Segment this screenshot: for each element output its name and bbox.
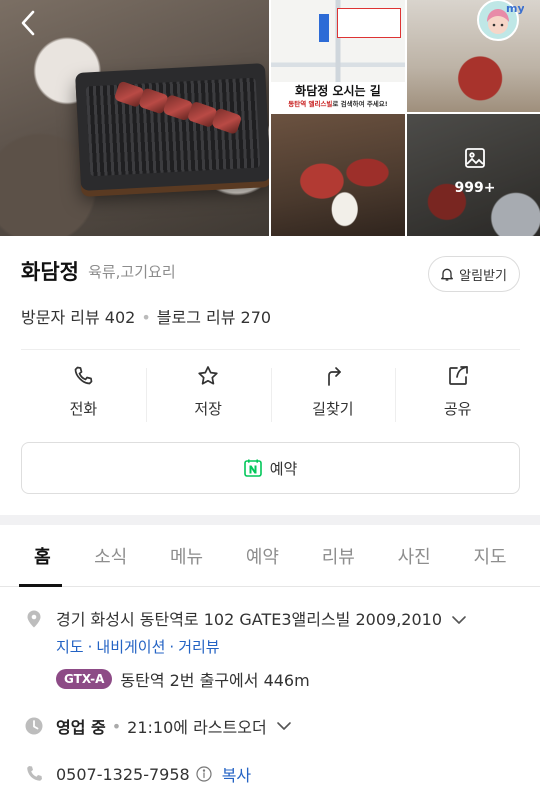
action-bar: 전화 저장 길찾기 공유 xyxy=(21,364,520,426)
map-link[interactable]: 지도 xyxy=(56,638,84,656)
tab-bar: 홈 소식 메뉴 예약 리뷰 사진 지도 xyxy=(0,525,540,587)
blog-reviews-link[interactable]: 블로그 리뷰 270 xyxy=(157,308,271,327)
chevron-down-icon[interactable] xyxy=(275,716,293,736)
phone-icon xyxy=(27,766,42,781)
my-avatar-icon[interactable]: my xyxy=(474,0,524,46)
tab-home[interactable]: 홈 xyxy=(12,525,73,587)
tab-reservation[interactable]: 예약 xyxy=(224,525,300,586)
separator-dot: • xyxy=(111,716,122,736)
last-order-text: 21:10에 라스트오더 xyxy=(127,718,267,737)
share-label: 공유 xyxy=(443,400,472,418)
visitor-reviews-link[interactable]: 방문자 리뷰 402 xyxy=(21,308,135,327)
grill-image xyxy=(75,63,269,191)
tab-map[interactable]: 지도 xyxy=(452,525,528,586)
reserve-button[interactable]: 예약 xyxy=(21,442,520,494)
star-icon xyxy=(198,366,218,385)
info-icon[interactable] xyxy=(196,766,212,782)
phone-number[interactable]: 0507-1325-7958 xyxy=(56,765,190,784)
directions-label: 길찾기 xyxy=(312,400,354,418)
divider xyxy=(21,349,520,350)
alarm-button[interactable]: 알림받기 xyxy=(428,256,520,292)
photo-count: 999+ xyxy=(454,180,496,196)
separator-dot: • xyxy=(141,308,151,327)
address-links: 지도 · 내비게이션 · 거리뷰 xyxy=(56,636,220,657)
more-photos[interactable]: 999+ xyxy=(440,146,510,196)
svg-text:my: my xyxy=(506,2,524,15)
place-category: 육류,고기요리 xyxy=(88,262,176,281)
image-icon xyxy=(465,148,485,168)
call-button[interactable]: 전화 xyxy=(21,364,146,426)
bell-icon xyxy=(441,268,454,281)
reserve-label: 예약 xyxy=(269,459,298,478)
save-button[interactable]: 저장 xyxy=(145,364,271,426)
subway-line-badge: GTX-A xyxy=(56,669,113,689)
clock-icon xyxy=(25,717,43,735)
navigation-link[interactable]: 내비게이션 xyxy=(96,638,165,656)
directions-icon xyxy=(328,367,341,386)
streetview-link[interactable]: 거리뷰 xyxy=(178,638,219,656)
save-label: 저장 xyxy=(194,400,222,418)
address-text: 경기 화성시 동탄역로 102 GATE3앨리스빌 2009,2010 xyxy=(56,610,443,629)
photo-gallery[interactable]: 화담정 오시는 길 동탄역 앨리스빌로 검색하여 주세요! 999+ my xyxy=(0,0,540,236)
location-pin-icon xyxy=(27,610,41,628)
phone-icon xyxy=(75,366,93,385)
alarm-label: 알림받기 xyxy=(459,268,507,284)
tab-reviews[interactable]: 리뷰 xyxy=(300,525,376,586)
sign-subtitle-b: 로 검색하여 주세요! xyxy=(332,100,388,108)
meat-photo-2[interactable] xyxy=(271,114,405,236)
place-header: 화담정 육류,고기요리 알림받기 xyxy=(21,256,520,292)
share-button[interactable]: 공유 xyxy=(395,364,520,426)
phone-row: 0507-1325-7958 복사 xyxy=(24,762,520,786)
sign-subtitle-a: 동탄역 앨리스빌 xyxy=(288,100,333,108)
copy-button[interactable]: 복사 xyxy=(222,762,251,786)
naver-booking-icon xyxy=(243,459,262,477)
back-icon[interactable] xyxy=(14,8,44,38)
tab-menu[interactable]: 메뉴 xyxy=(149,525,225,586)
chevron-down-icon[interactable] xyxy=(450,609,468,631)
sign-title: 화담정 오시는 길 xyxy=(295,84,381,98)
address-row[interactable]: 경기 화성시 동탄역로 102 GATE3앨리스빌 2009,2010 xyxy=(24,609,520,631)
share-icon xyxy=(448,366,468,385)
open-status: 영업 중 xyxy=(56,718,106,737)
tab-photos[interactable]: 사진 xyxy=(376,525,452,586)
call-label: 전화 xyxy=(69,400,98,418)
subway-info: GTX-A 동탄역 2번 출구에서 446m xyxy=(56,667,310,691)
link-separator: · xyxy=(169,638,175,656)
directions-button[interactable]: 길찾기 xyxy=(270,364,396,426)
review-summary: 방문자 리뷰 402 • 블로그 리뷰 270 xyxy=(21,304,271,328)
hours-row[interactable]: 영업 중 • 21:10에 라스트오더 xyxy=(24,714,520,738)
link-separator: · xyxy=(87,638,93,656)
directions-sign-photo[interactable]: 화담정 오시는 길 동탄역 앨리스빌로 검색하여 주세요! xyxy=(271,0,405,112)
place-name: 화담정 xyxy=(21,260,79,284)
tab-news[interactable]: 소식 xyxy=(73,525,149,586)
subway-distance: 동탄역 2번 출구에서 446m xyxy=(120,671,310,690)
section-gap xyxy=(0,515,540,525)
